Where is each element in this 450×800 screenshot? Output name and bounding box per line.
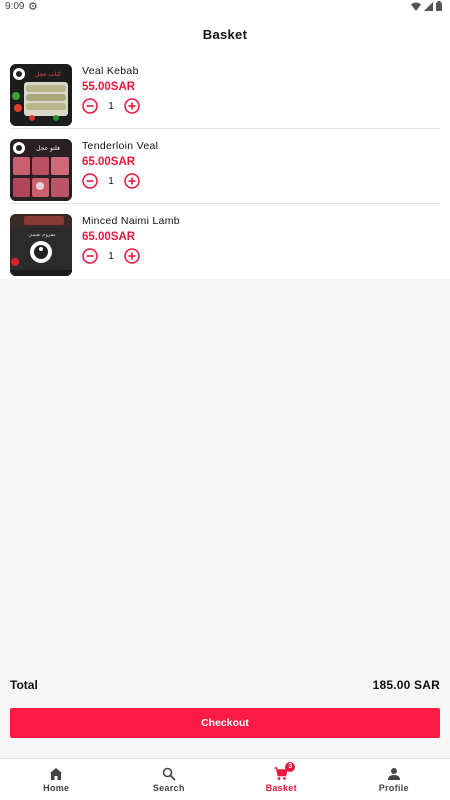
nav-basket-label: Basket	[265, 783, 297, 793]
checkout-button[interactable]: Checkout	[10, 708, 440, 738]
quantity-value: 1	[108, 100, 114, 112]
decrease-quantity-icon[interactable]	[82, 98, 98, 114]
total-label: Total	[10, 678, 38, 692]
item-name: Tenderloin Veal	[82, 140, 159, 152]
quantity-stepper: 1	[82, 248, 140, 264]
item-price: 65.00SAR	[82, 156, 136, 168]
wifi-icon	[411, 2, 421, 11]
status-bar: 9:09 ⚙	[0, 0, 450, 14]
home-icon	[50, 768, 63, 780]
status-icons	[411, 1, 442, 11]
decrease-quantity-icon[interactable]	[82, 248, 98, 264]
increase-quantity-icon[interactable]	[124, 98, 140, 114]
product-image[interactable]: مفروم نعيمي	[10, 214, 72, 276]
total-amount: 185.00 SAR	[372, 678, 440, 692]
basket-item: فلتو عجل Tenderloin Veal 65.00SAR 1	[10, 129, 440, 204]
search-icon	[162, 767, 176, 781]
image-arabic-label: فلتو عجل	[36, 145, 60, 152]
page-title: Basket	[202, 27, 248, 42]
basket-item: كباب عجل Veal Kebab 55.00SAR 1	[10, 54, 440, 129]
total-row: Total 185.00 SAR	[10, 678, 440, 694]
cart-count-badge: 3	[285, 762, 296, 772]
app-bar: Basket	[0, 14, 450, 54]
quantity-value: 1	[108, 250, 114, 262]
image-arabic-label: مفروم نعيمي	[28, 232, 56, 238]
person-icon	[387, 768, 400, 780]
battery-icon	[436, 1, 442, 11]
increase-quantity-icon[interactable]	[124, 173, 140, 189]
item-price: 65.00SAR	[82, 231, 136, 243]
quantity-value: 1	[108, 175, 114, 187]
product-image[interactable]: كباب عجل	[10, 64, 72, 126]
nav-profile[interactable]: Profile	[338, 759, 450, 800]
product-image[interactable]: فلتو عجل	[10, 139, 72, 201]
image-arabic-label: كباب عجل	[35, 71, 61, 78]
nav-home[interactable]: Home	[0, 759, 113, 800]
nav-profile-label: Profile	[378, 783, 409, 793]
nav-search-label: Search	[152, 783, 185, 793]
item-name: Minced Naimi Lamb	[82, 215, 180, 227]
status-time: 9:09	[5, 1, 25, 12]
quantity-stepper: 1	[82, 173, 140, 189]
quantity-stepper: 1	[82, 98, 140, 114]
nav-search[interactable]: Search	[113, 759, 226, 800]
nav-basket[interactable]: 3 Basket	[225, 759, 338, 800]
signal-icon	[424, 1, 433, 11]
bottom-nav: Home Search 3 Basket Profile	[0, 758, 450, 800]
nav-home-label: Home	[43, 783, 70, 793]
basket-list: كباب عجل Veal Kebab 55.00SAR 1 فلتو عجل …	[0, 54, 450, 279]
item-name: Veal Kebab	[82, 65, 139, 77]
increase-quantity-icon[interactable]	[124, 248, 140, 264]
basket-item: مفروم نعيمي Minced Naimi Lamb 65.00SAR 1	[10, 204, 440, 279]
decrease-quantity-icon[interactable]	[82, 173, 98, 189]
settings-gear-icon: ⚙	[28, 1, 38, 13]
item-price: 55.00SAR	[82, 81, 136, 93]
